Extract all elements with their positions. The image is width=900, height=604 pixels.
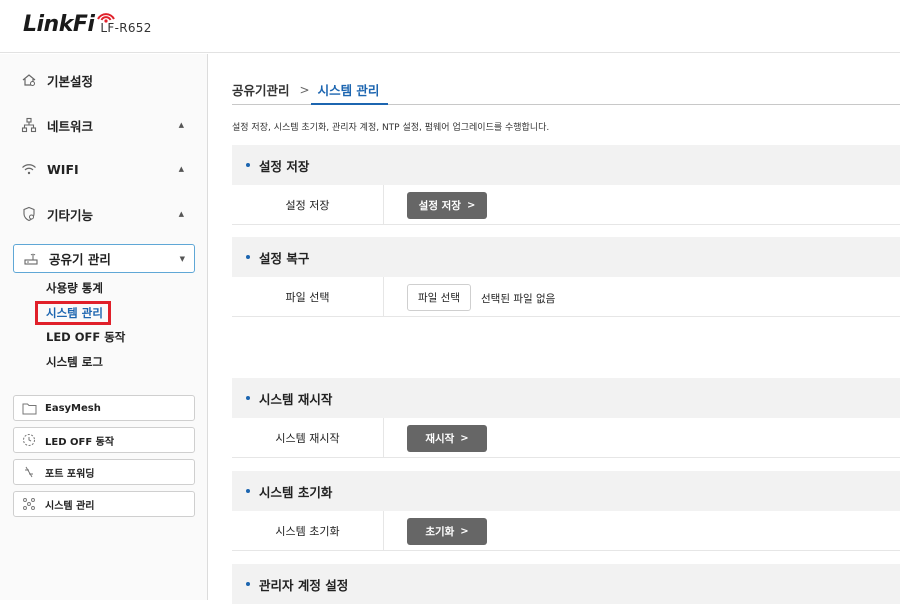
row-label: 파일 선택 xyxy=(232,277,384,316)
breadcrumb: 공유기관리 > 시스템 관리 xyxy=(232,80,379,99)
quick-port-forwarding-button[interactable]: 포트 포워딩 xyxy=(13,459,195,485)
logo-wifi-icon xyxy=(97,13,115,23)
bullet-icon xyxy=(246,582,250,586)
quick-button-label: LED OFF 동작 xyxy=(45,436,115,448)
top-bar: LinkFi LF-R652 xyxy=(0,0,900,53)
factory-reset-button[interactable]: 초기화 > xyxy=(407,518,487,545)
bullet-icon xyxy=(246,163,250,167)
breadcrumb-current: 시스템 관리 xyxy=(317,83,380,98)
bullet-icon xyxy=(246,489,250,493)
restore-row: 파일 선택 파일 선택 선택된 파일 없음 xyxy=(232,277,900,317)
row-label: 시스템 초기화 xyxy=(232,511,384,550)
clock-icon xyxy=(22,432,38,448)
bullet-icon xyxy=(246,396,250,400)
router-icon xyxy=(23,250,41,268)
quick-button-label: 포트 포워딩 xyxy=(45,468,95,480)
breadcrumb-separator-icon: > xyxy=(299,82,310,97)
sidebar-item-other-features[interactable]: 기타기능 ▲ xyxy=(20,202,190,226)
sidebar-item-label: WIFI xyxy=(47,161,79,177)
button-label: 초기화 xyxy=(425,526,455,538)
section-header-save: 설정 저장 xyxy=(232,145,900,185)
nodes-icon xyxy=(22,496,38,512)
section-title: 설정 저장 xyxy=(259,158,310,174)
quick-led-off-button[interactable]: LED OFF 동작 xyxy=(13,427,195,453)
quick-button-label: EasyMesh xyxy=(45,402,101,414)
model-name: LF-R652 xyxy=(100,21,152,35)
section-header-restore: 설정 복구 xyxy=(232,237,900,277)
sidebar-item-wifi[interactable]: WIFI ▲ xyxy=(20,157,190,181)
section-title: 관리자 계정 설정 xyxy=(259,577,349,593)
quick-system-management-button[interactable]: 시스템 관리 xyxy=(13,491,195,517)
submenu-usage-stats[interactable]: 사용량 통계 xyxy=(46,280,103,296)
sidebar: 기본설정 네트워크 ▲ WIFI ▲ 기타기능 ▲ 공유기 관리 ▼ 사용량 통… xyxy=(0,54,208,600)
reboot-row: 시스템 재시작 재시작 > xyxy=(232,418,900,458)
sidebar-item-network[interactable]: 네트워크 ▲ xyxy=(20,113,190,137)
collapse-arrow-icon: ▲ xyxy=(178,165,184,173)
row-label: 시스템 재시작 xyxy=(232,418,384,457)
reset-row: 시스템 초기화 초기화 > xyxy=(232,511,900,551)
breadcrumb-parent[interactable]: 공유기관리 xyxy=(232,80,290,99)
breadcrumb-active-underline xyxy=(311,103,388,105)
network-icon xyxy=(20,116,38,134)
section-title: 시스템 재시작 xyxy=(259,391,333,407)
submenu-system-log[interactable]: 시스템 로그 xyxy=(46,354,103,370)
section-title: 시스템 초기화 xyxy=(259,484,333,500)
collapse-arrow-icon: ▲ xyxy=(178,210,184,218)
highlight-box xyxy=(35,301,111,325)
sidebar-item-label: 기타기능 xyxy=(47,207,94,223)
button-label: 재시작 xyxy=(425,433,455,445)
port-icon xyxy=(22,464,38,480)
section-header-reboot: 시스템 재시작 xyxy=(232,378,900,418)
collapse-arrow-icon: ▲ xyxy=(178,121,184,129)
chevron-right-icon: > xyxy=(460,526,469,537)
section-header-admin: 관리자 계정 설정 xyxy=(232,564,900,604)
sidebar-item-label: 공유기 관리 xyxy=(49,252,111,267)
sidebar-item-basic-settings[interactable]: 기본설정 xyxy=(20,68,190,92)
chevron-right-icon: > xyxy=(460,433,469,444)
brand-name: LinkFi xyxy=(23,12,95,37)
file-status-text: 선택된 파일 없음 xyxy=(481,293,556,305)
sidebar-item-label: 네트워크 xyxy=(47,118,94,134)
section-title: 설정 복구 xyxy=(259,250,310,266)
home-gear-icon xyxy=(20,71,38,89)
bullet-icon xyxy=(246,255,250,259)
brand-logo[interactable]: LinkFi LF-R652 xyxy=(23,12,152,38)
shield-gear-icon xyxy=(20,205,38,223)
main-content: 공유기관리 > 시스템 관리 설정 저장, 시스템 초기화, 관리자 계정, N… xyxy=(209,54,900,604)
sidebar-item-label: 기본설정 xyxy=(47,73,94,89)
page-description: 설정 저장, 시스템 초기화, 관리자 계정, NTP 설정, 펌웨어 업그레이… xyxy=(232,123,550,133)
section-header-reset: 시스템 초기화 xyxy=(232,471,900,511)
sidebar-item-router-management[interactable]: 공유기 관리 ▼ xyxy=(13,244,195,273)
chevron-right-icon: > xyxy=(466,200,476,211)
file-select-button[interactable]: 파일 선택 xyxy=(407,284,471,311)
save-settings-button[interactable]: 설정 저장 > xyxy=(407,192,487,219)
expand-arrow-icon: ▼ xyxy=(179,255,185,263)
submenu-led-off[interactable]: LED OFF 동작 xyxy=(46,329,125,345)
wifi-icon xyxy=(20,160,38,178)
quick-easymesh-button[interactable]: EasyMesh xyxy=(13,395,195,421)
reboot-button[interactable]: 재시작 > xyxy=(407,425,487,452)
button-label: 설정 저장 xyxy=(418,200,461,212)
folder-icon xyxy=(22,400,38,416)
quick-button-label: 시스템 관리 xyxy=(45,500,95,512)
row-label: 설정 저장 xyxy=(232,185,384,224)
save-row: 설정 저장 설정 저장 > xyxy=(232,185,900,225)
